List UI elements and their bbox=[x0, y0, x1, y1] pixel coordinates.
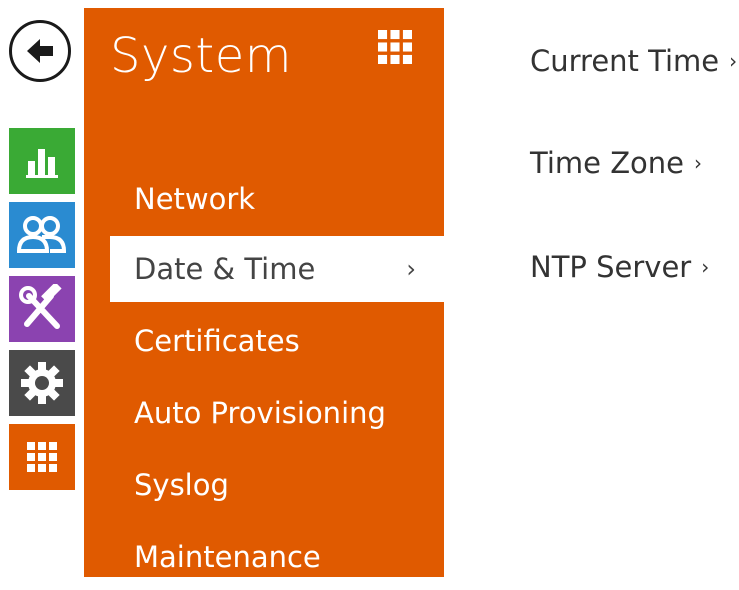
link-time-zone[interactable]: Time Zone › bbox=[530, 146, 702, 180]
chevron-right-icon: › bbox=[406, 255, 416, 283]
rail-hardware-button[interactable] bbox=[9, 350, 75, 416]
panel-title: System bbox=[110, 28, 292, 84]
grid-icon bbox=[378, 30, 412, 64]
chevron-right-icon: › bbox=[701, 255, 710, 279]
link-current-time[interactable]: Current Time › bbox=[530, 44, 737, 78]
tools-icon bbox=[19, 284, 62, 329]
menu-item-maintenance[interactable]: Maintenance bbox=[84, 524, 444, 590]
menu-item-date-time[interactable]: Date & Time › bbox=[110, 236, 444, 302]
menu-item-network[interactable]: Network bbox=[84, 166, 444, 232]
menu-item-label: Auto Provisioning bbox=[134, 396, 386, 430]
system-panel: System Network Date & Time › Certificate… bbox=[84, 8, 444, 577]
menu-item-auto-provisioning[interactable]: Auto Provisioning bbox=[84, 380, 444, 446]
chevron-right-icon: › bbox=[729, 49, 738, 73]
menu-item-syslog[interactable]: Syslog bbox=[84, 452, 444, 518]
rail-directory-button[interactable] bbox=[9, 202, 75, 268]
back-button[interactable] bbox=[9, 20, 71, 82]
rail-services-button[interactable] bbox=[9, 276, 75, 342]
menu-item-label: Network bbox=[134, 182, 256, 216]
menu-item-label: Syslog bbox=[134, 468, 229, 502]
gear-icon bbox=[21, 362, 63, 404]
users-icon bbox=[16, 216, 67, 253]
menu-item-label: Certificates bbox=[134, 324, 300, 358]
link-label: Time Zone bbox=[530, 146, 685, 180]
link-label: NTP Server bbox=[530, 250, 692, 284]
rail-system-button[interactable] bbox=[9, 424, 75, 490]
menu-item-label: Maintenance bbox=[134, 540, 321, 574]
chevron-right-icon: › bbox=[694, 151, 703, 175]
link-ntp-server[interactable]: NTP Server › bbox=[530, 250, 709, 284]
rail-status-button[interactable] bbox=[9, 128, 75, 194]
grid-icon bbox=[27, 442, 57, 472]
bar-chart-icon bbox=[26, 149, 58, 178]
arrow-left-icon bbox=[27, 39, 53, 63]
menu-item-label: Date & Time bbox=[134, 252, 316, 286]
menu-item-certificates[interactable]: Certificates bbox=[84, 308, 444, 374]
link-label: Current Time bbox=[530, 44, 720, 78]
